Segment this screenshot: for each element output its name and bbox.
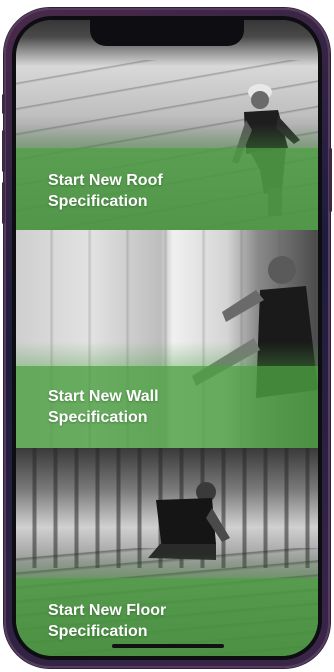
- wall-tile-label: Start New Wall Specification: [48, 386, 248, 428]
- app-screen: Start New Roof Specification Start New W…: [16, 20, 318, 656]
- floor-tile-label: Start New Floor Specification: [48, 600, 248, 642]
- home-indicator[interactable]: [112, 644, 224, 648]
- floor-green-fade: [16, 554, 318, 578]
- power-button: [329, 148, 332, 212]
- volume-up-button: [2, 130, 5, 172]
- roof-label-line1: Start New Roof: [48, 172, 163, 189]
- mute-switch: [2, 94, 5, 114]
- volume-down-button: [2, 182, 5, 224]
- wall-green-fade: [16, 342, 318, 366]
- start-roof-specification-tile[interactable]: Start New Roof Specification: [16, 20, 318, 230]
- floor-label-line1: Start New Floor: [48, 602, 167, 619]
- phone-notch: [90, 20, 244, 46]
- floor-label-line2: Specification: [48, 623, 148, 640]
- phone-frame: Start New Roof Specification Start New W…: [2, 8, 332, 668]
- start-wall-specification-tile[interactable]: Start New Wall Specification: [16, 230, 318, 448]
- roof-tile-label: Start New Roof Specification: [48, 170, 248, 212]
- wall-label-line1: Start New Wall: [48, 388, 159, 405]
- roof-label-line2: Specification: [48, 193, 148, 210]
- roof-green-fade: [16, 124, 318, 148]
- wall-label-line2: Specification: [48, 409, 148, 426]
- start-floor-specification-tile[interactable]: Start New Floor Specification: [16, 448, 318, 656]
